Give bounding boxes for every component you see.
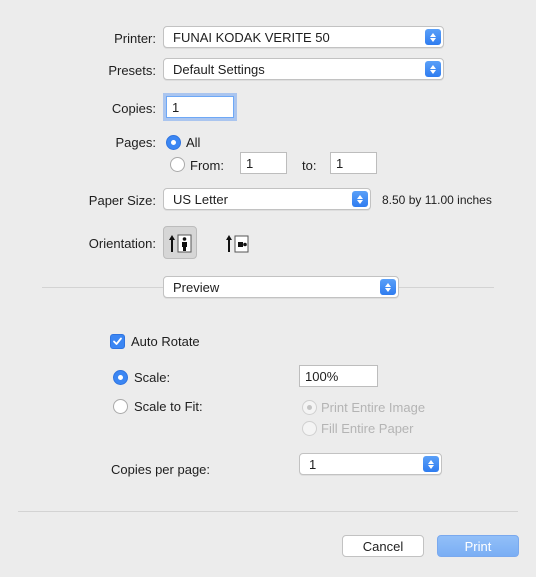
pages-to-field[interactable]: 1 <box>330 152 377 174</box>
scale-label: Scale: <box>134 370 171 385</box>
pages-all-radio[interactable] <box>166 135 181 150</box>
scale-value: 100% <box>305 368 339 384</box>
pages-to-label: to: <box>302 158 317 173</box>
paper-size-popup[interactable]: US Letter <box>163 188 371 210</box>
fill-entire-paper-label: Fill Entire Paper <box>321 421 414 436</box>
cancel-button[interactable]: Cancel <box>342 535 424 557</box>
copies-per-page-popup[interactable]: 1 <box>299 453 442 475</box>
printer-label: Printer: <box>114 31 156 46</box>
pages-from-field[interactable]: 1 <box>240 152 287 174</box>
pages-from-label: From: <box>190 158 224 173</box>
print-entire-image-label: Print Entire Image <box>321 400 426 415</box>
copies-per-page-label: Copies per page: <box>111 462 211 477</box>
scale-to-fit-radio[interactable] <box>113 399 128 414</box>
orientation-landscape-button[interactable] <box>221 226 255 259</box>
pages-from-radio[interactable] <box>170 157 185 172</box>
pages-label: Pages: <box>115 135 156 150</box>
presets-chevron-icon <box>425 61 441 77</box>
pages-to-value: 1 <box>336 155 344 171</box>
presets-label: Presets: <box>108 63 156 78</box>
section-value: Preview <box>173 279 220 295</box>
auto-rotate-checkbox[interactable] <box>110 334 125 349</box>
checkmark-icon <box>113 337 122 345</box>
printer-chevron-icon <box>425 29 441 45</box>
copies-value: 1 <box>172 99 180 115</box>
copies-label: Copies: <box>111 101 156 116</box>
paper-size-dimensions: 8.50 by 11.00 inches <box>382 193 492 207</box>
orientation-label: Orientation: <box>88 236 156 251</box>
printer-popup[interactable]: FUNAI KODAK VERITE 50 <box>163 26 444 48</box>
paper-size-label: Paper Size: <box>88 193 156 208</box>
section-popup[interactable]: Preview <box>163 276 399 298</box>
section-chevron-icon <box>380 279 396 295</box>
scale-radio[interactable] <box>113 370 128 385</box>
scale-field[interactable]: 100% <box>299 365 378 387</box>
pages-all-label: All <box>186 135 201 150</box>
footer-separator <box>18 511 518 512</box>
pages-from-value: 1 <box>246 155 254 171</box>
presets-value: Default Settings <box>173 61 265 77</box>
copies-per-page-chevron-icon <box>423 456 439 472</box>
paper-size-value: US Letter <box>173 191 228 207</box>
print-entire-image-radio[interactable] <box>302 400 317 415</box>
auto-rotate-label: Auto Rotate <box>131 334 200 349</box>
presets-popup[interactable]: Default Settings <box>163 58 444 80</box>
printer-value: FUNAI KODAK VERITE 50 <box>173 29 330 45</box>
paper-size-chevron-icon <box>352 191 368 207</box>
scale-to-fit-label: Scale to Fit: <box>134 399 203 414</box>
landscape-icon <box>226 234 249 252</box>
fill-entire-paper-radio[interactable] <box>302 421 317 436</box>
print-button[interactable]: Print <box>437 535 519 557</box>
orientation-portrait-button[interactable] <box>163 226 197 259</box>
copies-per-page-value: 1 <box>309 456 317 472</box>
copies-field[interactable]: 1 <box>166 96 234 118</box>
portrait-icon <box>169 234 192 252</box>
